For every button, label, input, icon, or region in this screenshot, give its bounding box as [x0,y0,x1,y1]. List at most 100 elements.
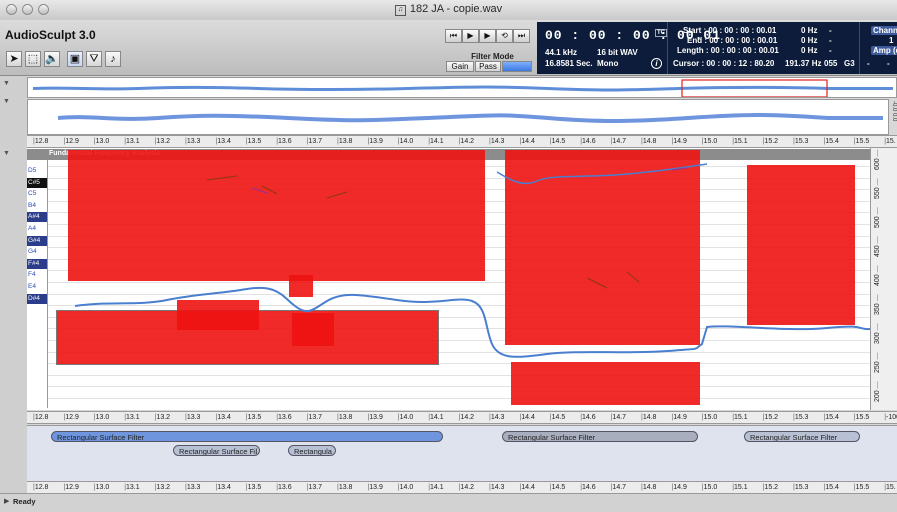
filter-track-item[interactable]: Rectangula [288,445,336,456]
filter-track-item[interactable]: Rectangular Surface Fil [173,445,260,456]
piano-key[interactable]: A4 [27,224,47,234]
ruler-tick: 15.5 [854,412,870,423]
frequency-tick: 400 [874,265,881,286]
ruler-tick: 14.4 [519,482,535,493]
ruler-tick: 13.0 [94,482,110,493]
status-text: Ready [13,497,36,506]
waveform-view[interactable] [27,99,889,135]
ruler-tick: 15.4 [823,136,839,147]
amp-value: - [887,59,890,68]
ruler-tick: 12.9 [63,136,79,147]
play-selection-button[interactable]: ▶ [479,29,496,43]
timecode-format-icon[interactable]: TC [655,29,667,37]
ruler-tick: 13.6 [276,482,292,493]
gain-button[interactable]: Gain [446,61,474,72]
length-time: Length : 00 : 00 : 00 : 00.01 [677,46,779,55]
ruler-tick: 13.7 [307,136,322,147]
filter-track-item[interactable]: Rectangular Surface Filter [502,431,698,442]
ruler-tick: 13.6 [276,136,292,147]
piano-key[interactable]: D5 [27,166,47,176]
ruler-tick: 13.9 [367,412,383,423]
piano-key[interactable]: F4 [27,270,47,280]
piano-key[interactable]: B4 [27,201,47,211]
channel-value: 1 [889,36,894,45]
ruler-tick: 14.2 [459,136,474,147]
ruler-tick: 13.4 [215,136,231,147]
ruler-tick: 14.7 [611,482,626,493]
frequency-tick: 300 [874,323,881,344]
rectangle-filter-tool-icon[interactable]: ▣ [67,51,83,67]
loop-button[interactable]: ⟲ [496,29,513,43]
ruler-tick: 14.5 [550,412,566,423]
arrow-tool-icon[interactable]: ➤ [6,51,22,67]
status-bar: ▶ Ready [0,493,897,512]
ruler-tick: 13.2 [155,412,170,423]
ruler-tick: 13.5 [246,412,262,423]
frequency-tick: 550 [874,178,881,199]
time-ruler-top: 12.8 12.9 13.0 13.1 13.2 13.3 13.4 13.5 13.6 13.7… [27,135,897,148]
ruler-tick: 13.6 [276,412,292,423]
ruler-tick: 14.1 [428,482,444,493]
document-icon: ♫ [394,5,406,16]
rectangle-select-tool-icon[interactable]: ⬚ [25,51,41,67]
ruler-tick: 15.1 [732,136,748,147]
ruler-tick: 12.8 [33,136,49,147]
filter-mode-third-button[interactable] [502,61,532,72]
disclosure-triangle-icon[interactable]: ▶ [4,497,9,505]
filter-lane[interactable]: Rectangular Surface Filter Rectangular S… [27,425,897,482]
length-frequency: 0 Hz [801,46,818,55]
rewind-button[interactable]: ⏮ [445,29,462,43]
play-button[interactable]: ▶ [462,29,479,43]
piano-keyboard[interactable]: D5 C#5 C5 B4 A#4 A4 G#4 G4 F#4 F4 E4 D#4 [27,160,48,408]
window-title: ♫ 182 JA - copie.wav [0,3,897,16]
note-tool-icon[interactable]: ♪ [105,51,121,67]
filter-track-item[interactable]: Rectangular Surface Filter [51,431,443,442]
collapse-overview-icon[interactable]: ▼ [3,80,10,87]
piano-key[interactable]: G#4 [27,235,47,246]
ruler-tick: 14.6 [580,482,596,493]
ruler-tick: 14.0 [398,482,414,493]
filter-track-item[interactable]: Rectangular Surface Filter [744,431,860,442]
ruler-tick: 13.0 [94,412,110,423]
ruler-tick: 12.9 [63,412,79,423]
ruler-tick: 14.7 [611,136,626,147]
ruler-tick: 14.8 [641,482,657,493]
ruler-tick: 13.2 [155,136,170,147]
ruler-tick: 14.1 [428,136,444,147]
info-icon[interactable]: i [651,58,662,69]
piano-key[interactable]: C#5 [27,177,47,188]
piano-key[interactable]: F#4 [27,258,47,269]
ruler-tick: 13.9 [367,136,383,147]
left-gutter [0,76,27,494]
ruler-tick: 14.2 [459,412,474,423]
collapse-waveform-icon[interactable]: ▼ [3,98,10,105]
channel-label: Channel [871,26,897,35]
piano-key[interactable]: E4 [27,282,47,292]
pass-button[interactable]: Pass [475,61,501,72]
length-dash: - [829,46,832,55]
ruler-tick: 13.4 [215,412,231,423]
ruler-tick: 14.9 [671,482,687,493]
ruler-tick: 13.2 [155,482,170,493]
ruler-tick: 14.8 [641,412,657,423]
ruler-tick: 15.3 [793,412,809,423]
ruler-tick: 13.1 [124,482,140,493]
piano-key[interactable]: C5 [27,189,47,199]
frequency-tick: 600 [874,149,881,170]
speaker-tool-icon[interactable]: 🔈 [44,51,60,67]
ruler-tick: 13.7 [307,482,322,493]
separator [667,22,668,74]
forward-end-button[interactable]: ⏭ [513,29,530,43]
piano-key[interactable]: D#4 [27,293,47,304]
ruler-tick: 15.4 [823,482,839,493]
ruler-tick: 13.8 [337,136,353,147]
sonogram-view[interactable]: Fundamental Frequency Analysis [27,148,870,410]
funnel-tool-icon[interactable]: ⛛ [86,51,102,67]
piano-key[interactable]: G4 [27,247,47,257]
ruler-tick: 13.9 [367,482,383,493]
collapse-sonogram-icon[interactable]: ▼ [3,150,10,157]
ruler-tick: 12.9 [63,482,79,493]
end-dash: - [829,36,832,45]
piano-key[interactable]: A#4 [27,212,47,223]
overview-waveform[interactable] [27,77,897,98]
